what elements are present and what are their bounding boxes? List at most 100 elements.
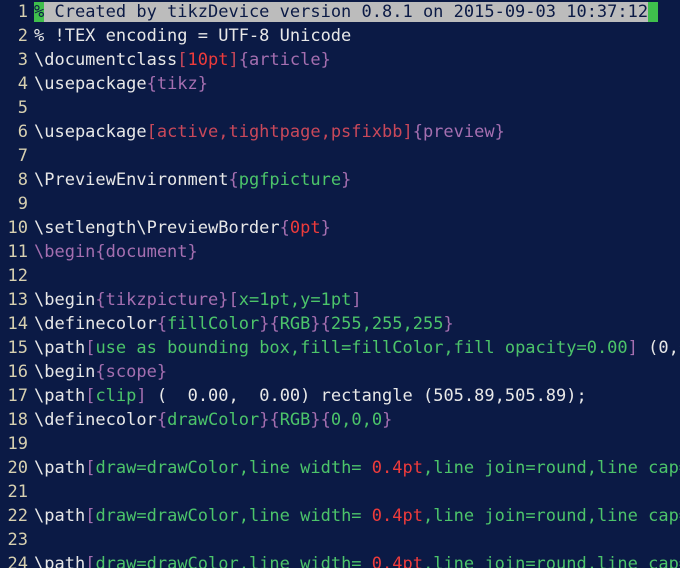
code-token: \path — [34, 338, 86, 358]
line-number: 21 — [7, 482, 28, 502]
code-token: { — [228, 170, 239, 190]
code-token: }{ — [310, 314, 331, 334]
code-line[interactable]: 9 — [0, 192, 680, 216]
code-token: \definecolor — [34, 314, 157, 334]
code-line[interactable]: 19 — [0, 432, 680, 456]
code-text: \begin{document} — [34, 240, 198, 264]
code-line[interactable]: 13 \begin{tikzpicture}[x=1pt,y=1pt] — [0, 288, 680, 312]
line-number: 9 — [17, 194, 28, 214]
code-token: \path — [34, 386, 86, 406]
code-token: \usepackage — [34, 74, 147, 94]
code-token: } — [320, 218, 331, 238]
code-text: \begin{tikzpicture}[x=1pt,y=1pt] — [34, 288, 362, 312]
code-line[interactable]: 12 — [0, 264, 680, 288]
code-token: { — [156, 410, 168, 430]
line-number: 17 — [7, 386, 28, 406]
line-number: 22 — [7, 506, 28, 526]
code-token: { — [156, 314, 168, 334]
code-line[interactable]: 2 % !TEX encoding = UTF-8 Unicode — [0, 24, 680, 48]
code-token: 0.4pt — [371, 506, 423, 526]
code-token: ] — [351, 290, 362, 310]
code-token: \path — [34, 506, 86, 526]
code-token: 0,0,0 — [330, 410, 383, 430]
line-number: 11 — [7, 242, 28, 262]
code-line[interactable]: 10 \setlength\PreviewBorder{0pt} — [0, 216, 680, 240]
code-text: \definecolor{drawColor}{RGB}{0,0,0} — [34, 408, 392, 432]
code-text: % !TEX encoding = UTF-8 Unicode — [34, 24, 351, 48]
code-line[interactable]: 6 \usepackage[active,tightpage,psfixbb]{p… — [0, 120, 680, 144]
code-line[interactable]: 11 \begin{document} — [0, 240, 680, 264]
code-line[interactable]: 15 \path[use as bounding box,fill=fillCol… — [0, 336, 680, 360]
line-number: 18 — [7, 410, 28, 430]
code-text: \begin{scope} — [34, 360, 167, 384]
code-text: \definecolor{fillColor}{RGB}{255,255,255… — [34, 312, 454, 336]
line-number: 8 — [17, 170, 28, 190]
code-token: draw=drawColor,line width= — [95, 554, 372, 568]
code-token: 10pt — [187, 50, 229, 70]
code-line[interactable]: 3 \documentclass[10pt]{article} — [0, 48, 680, 72]
line-number: 16 — [7, 362, 28, 382]
code-token: \begin{document} — [34, 242, 198, 262]
code-token: {tikzpicture} — [95, 290, 229, 310]
line-number: 10 — [7, 218, 28, 238]
line-number: 13 — [7, 290, 28, 310]
code-token: ,line join=round,line cap=round — [422, 554, 680, 568]
code-token: draw=drawColor,line width= — [95, 458, 372, 478]
line-number: 5 — [17, 98, 28, 118]
code-token: drawColor — [167, 410, 260, 430]
code-line[interactable]: 17 \path[clip] ( 0.00, 0.00) rectangle (5… — [0, 384, 680, 408]
code-token: \setlength\PreviewBorder — [34, 218, 280, 238]
line-number: 15 — [7, 338, 28, 358]
code-line[interactable]: 7 — [0, 144, 680, 168]
code-token: ] — [627, 338, 638, 358]
code-line[interactable]: 16 \begin{scope} — [0, 360, 680, 384]
code-token: {scope} — [95, 362, 168, 382]
code-line[interactable]: 8 \PreviewEnvironment{pgfpicture} — [0, 168, 680, 192]
code-token: (0,0) re — [648, 338, 680, 358]
code-token: }{ — [259, 410, 280, 430]
code-text: \path[draw=drawColor,line width= 0.4pt,l… — [34, 504, 680, 528]
code-line[interactable]: 20 \path[draw=drawColor,line width= 0.4pt… — [0, 456, 680, 480]
code-text: \path[clip] ( 0.00, 0.00) rectangle (505… — [34, 384, 587, 408]
code-token: ,line join=round,line cap=round — [422, 506, 680, 526]
code-token: {tikz} — [146, 74, 209, 94]
code-token: [ — [228, 290, 239, 310]
code-line[interactable]: 22 \path[draw=drawColor,line width= 0.4pt… — [0, 504, 680, 528]
code-token: \documentclass — [34, 50, 178, 70]
code-token: } — [341, 170, 352, 190]
code-token: ] — [228, 50, 239, 70]
code-text: \PreviewEnvironment{pgfpicture} — [34, 168, 351, 192]
code-line[interactable]: 1% Created by tikzDevice version 0.8.1 o… — [0, 0, 680, 24]
code-token: RGB — [279, 410, 311, 430]
line-number: 1 — [17, 2, 28, 22]
line-number: 6 — [17, 122, 28, 142]
code-token: \path — [34, 458, 86, 478]
code-line[interactable]: 18 \definecolor{drawColor}{RGB}{0,0,0} — [0, 408, 680, 432]
code-token: \begin — [34, 290, 96, 310]
code-token: fillColor — [167, 314, 260, 334]
code-line[interactable]: 23 — [0, 528, 680, 552]
code-text: \path[use as bounding box,fill=fillColor… — [34, 336, 680, 360]
code-text: \usepackage{tikz} — [34, 72, 208, 96]
code-text: \path[draw=drawColor,line width= 0.4pt,l… — [34, 456, 680, 480]
code-token: \path — [34, 554, 86, 568]
code-token: }{ — [259, 314, 280, 334]
code-token: } — [443, 314, 454, 334]
code-line[interactable]: 24 \path[draw=drawColor,line width= 0.4pt… — [0, 552, 680, 568]
code-token: \PreviewEnvironment — [34, 170, 229, 190]
code-line[interactable]: 21 — [0, 480, 680, 504]
code-token: {article} — [238, 50, 331, 70]
code-line[interactable]: 14 \definecolor{fillColor}{RGB}{255,255,2… — [0, 312, 680, 336]
code-token: Created by tikzDevice version 0.8.1 on 2… — [44, 2, 649, 22]
code-line[interactable]: 5 — [0, 96, 680, 120]
code-line[interactable]: 4 \usepackage{tikz} — [0, 72, 680, 96]
code-token: [ — [85, 386, 96, 406]
code-token: % !TEX encoding = UTF-8 Unicode — [34, 26, 352, 46]
code-token: \usepackage — [34, 122, 147, 142]
code-token: 0.4pt — [371, 458, 423, 478]
code-editor[interactable]: 1% Created by tikzDevice version 0.8.1 o… — [0, 0, 680, 568]
code-token: } — [382, 410, 393, 430]
line-number: 14 — [7, 314, 28, 334]
line-number: 3 — [17, 50, 28, 70]
code-token: { — [279, 218, 290, 238]
